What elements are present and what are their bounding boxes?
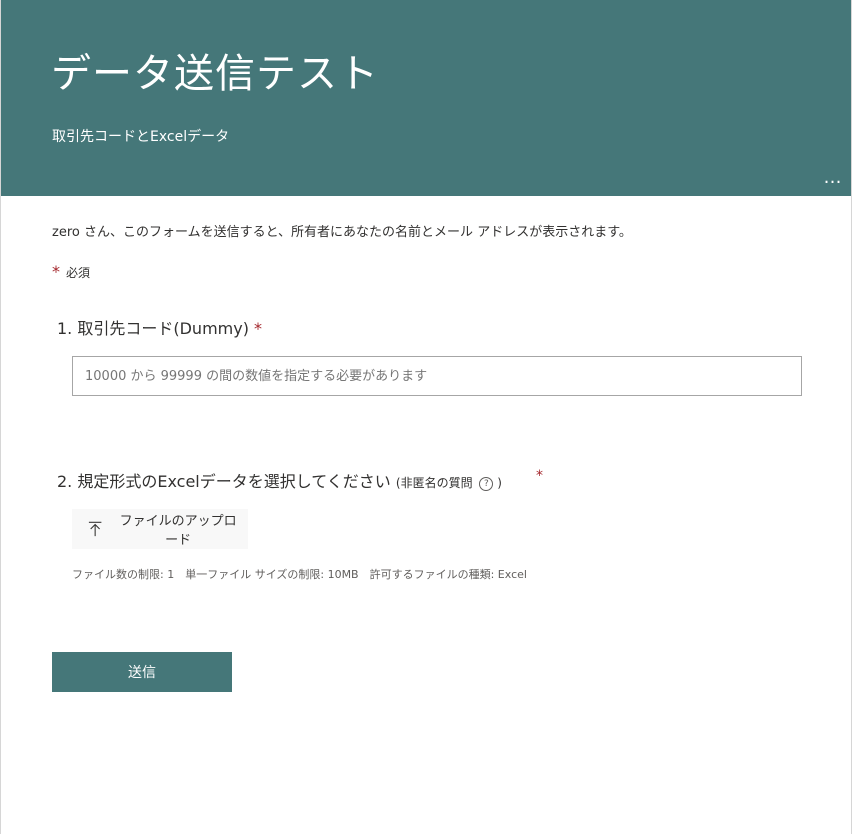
more-options-button[interactable]: …	[821, 167, 845, 190]
form-header: データ送信テスト 取引先コードとExcelデータ …	[1, 0, 851, 196]
required-star: *	[52, 262, 60, 281]
non-anonymous-note-close: )	[497, 476, 502, 490]
question-1-label: 取引先コード(Dummy)	[77, 319, 249, 338]
question-2-number: 2.	[57, 472, 73, 491]
upload-limits-text: ファイル数の制限: 1 単一ファイル サイズの制限: 10MB 許可するファイル…	[72, 568, 527, 581]
required-legend-label: 必須	[66, 266, 91, 280]
question-1-required-mark: *	[254, 319, 263, 338]
file-upload-label: ファイルのアップロード	[119, 514, 237, 548]
file-upload-button[interactable]: ファイルのアップロード	[72, 509, 248, 549]
question-2-title: 2. 規定形式のExcelデータを選択してください (非匿名の質問 ? )	[57, 468, 502, 492]
form-page: データ送信テスト 取引先コードとExcelデータ … zero さん、このフォー…	[0, 0, 852, 834]
question-2-required-mark: *	[536, 468, 543, 484]
non-anonymous-note: (非匿名の質問 ? )	[395, 476, 502, 491]
question-2-label: 規定形式のExcelデータを選択してください	[77, 472, 391, 491]
non-anonymous-note-text: (非匿名の質問	[395, 476, 473, 490]
form-subtitle: 取引先コードとExcelデータ	[52, 129, 230, 145]
required-legend: * 必須	[52, 262, 90, 281]
question-1-answer-input[interactable]	[72, 356, 802, 396]
form-title: データ送信テスト	[51, 51, 379, 97]
privacy-notice: zero さん、このフォームを送信すると、所有者にあなたの名前とメール アドレス…	[52, 225, 632, 240]
question-1-title: 1. 取引先コード(Dummy) *	[57, 315, 262, 339]
upload-arrow-icon	[88, 521, 102, 537]
question-1-number: 1.	[57, 319, 73, 338]
submit-button[interactable]: 送信	[52, 652, 232, 692]
help-icon[interactable]: ?	[479, 476, 494, 491]
more-options-icon: …	[823, 167, 843, 188]
